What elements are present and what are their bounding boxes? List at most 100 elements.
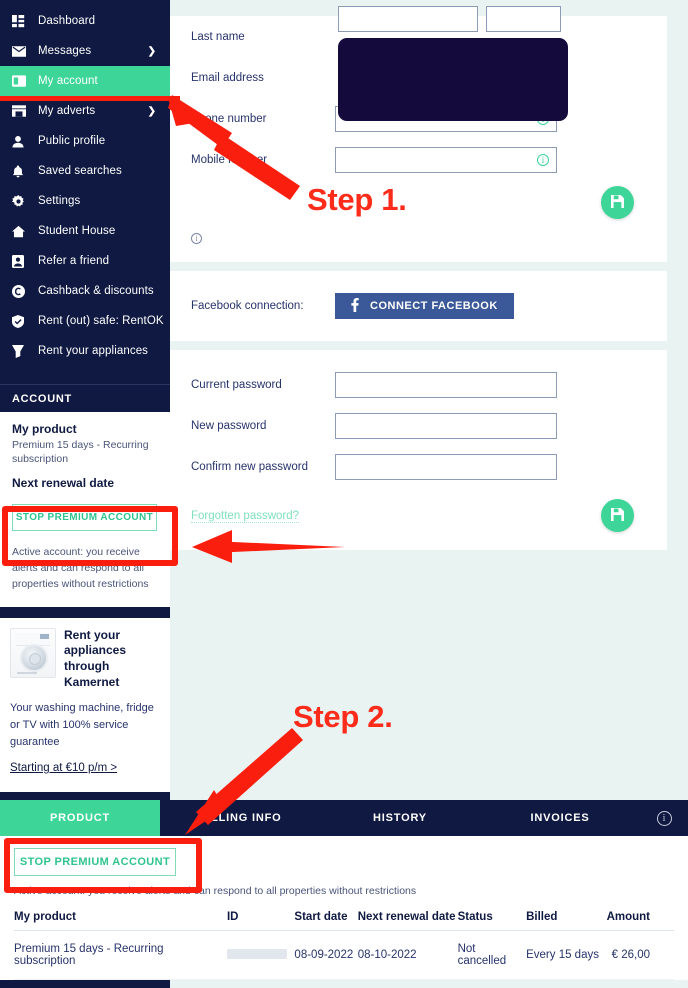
save-personal-details-row	[170, 186, 667, 219]
cart-icon	[12, 344, 28, 358]
mobile-number-input[interactable]: i	[335, 146, 557, 173]
sidebar-item-public-profile[interactable]: Public profile	[0, 126, 170, 156]
confirm-new-password-label: Confirm new password	[191, 460, 308, 473]
chevron-right-icon: ❯	[147, 105, 156, 117]
redacted-personal-info-overlay	[338, 38, 568, 121]
tab-product[interactable]: PRODUCT	[0, 800, 160, 836]
email-address-label: Email address	[191, 71, 264, 84]
info-icon[interactable]: i	[537, 153, 549, 166]
forgotten-password-wrap: Forgotten password?	[170, 509, 601, 523]
sidebar-item-settings[interactable]: Settings	[0, 186, 170, 216]
sidebar-item-messages[interactable]: Messages ❯	[0, 36, 170, 66]
shield-icon	[12, 314, 28, 328]
washing-machine-icon	[10, 627, 56, 678]
sidebar-item-label: Dashboard	[38, 15, 96, 27]
new-password-label: New password	[191, 419, 267, 432]
sidebar-item-label: Student House	[38, 225, 116, 237]
sidebar-item-rent-out-safe-rentok[interactable]: Rent (out) safe: RentOK	[0, 306, 170, 336]
account-card-icon	[12, 74, 28, 88]
current-password-label: Current password	[191, 378, 282, 391]
page-root: Dashboard Messages ❯ My account My adver…	[0, 0, 688, 988]
appliances-promo-card[interactable]: Rent your appliances through Kamernet Yo…	[0, 617, 170, 793]
tab-history[interactable]: HISTORY	[320, 800, 480, 836]
col-id: ID	[226, 911, 295, 931]
bell-icon	[12, 164, 28, 178]
sidebar-item-label: Refer a friend	[38, 255, 110, 267]
sidebar-item-rent-your-appliances[interactable]: Rent your appliances	[0, 336, 170, 366]
promo-body: Your washing machine, fridge or TV with …	[10, 701, 154, 748]
sidebar-item-label: Messages	[38, 45, 92, 57]
cell-start-date: 08-09-2022	[294, 930, 358, 980]
promo-title: Rent your appliances through Kamernet	[64, 627, 127, 690]
cell-billed: Every 15 days	[526, 930, 607, 980]
facebook-connection-label: Facebook connection:	[191, 300, 304, 312]
save-button[interactable]	[601, 186, 634, 219]
sidebar-item-label: Saved searches	[38, 165, 122, 177]
info-icon[interactable]: i	[656, 810, 672, 826]
phone-number-label: Phone number	[191, 112, 267, 125]
coin-icon	[12, 284, 28, 298]
save-floppy-icon	[611, 194, 624, 211]
current-password-input[interactable]	[335, 371, 557, 398]
col-my-product: My product	[14, 911, 227, 931]
forgotten-password-link[interactable]: Forgotten password?	[191, 509, 300, 523]
cell-next-renewal-date: 08-10-2022	[357, 930, 458, 980]
last-name-label: Last name	[191, 30, 245, 43]
personal-details-card: Last name Email address Phone number i M…	[170, 6, 667, 262]
cell-status: Not cancelled	[457, 930, 527, 980]
connect-facebook-button[interactable]: CONNECT FACEBOOK	[335, 293, 514, 319]
name-fields-row	[338, 6, 561, 32]
col-next-renewal-date: Next renewal date	[357, 911, 458, 931]
stop-premium-highlight-panel	[4, 838, 202, 893]
confirm-new-password-input[interactable]	[335, 453, 557, 480]
password-footer-row: Forgotten password?	[170, 499, 667, 532]
promo-header: Rent your appliances through Kamernet	[10, 627, 158, 691]
facebook-connection-card: Facebook connection: CONNECT FACEBOOK	[170, 271, 667, 341]
my-product-value: Premium 15 days - Recurring subscription	[12, 439, 149, 466]
person-icon	[12, 134, 28, 148]
sidebar-item-cashback-discounts[interactable]: Cashback & discounts	[0, 276, 170, 306]
connect-facebook-label: CONNECT FACEBOOK	[370, 300, 498, 312]
sidebar-item-label: Rent (out) safe: RentOK	[38, 315, 164, 327]
table-header-row: My product ID Start date Next renewal da…	[14, 911, 674, 931]
cell-product: Premium 15 days - Recurring subscription	[14, 930, 227, 980]
sidebar-item-label: My adverts	[38, 105, 96, 117]
tabs-info-wrap: i	[640, 800, 688, 836]
sidebar-item-student-house[interactable]: Student House	[0, 216, 170, 246]
new-password-row: New password	[170, 405, 667, 446]
save-password-button[interactable]	[601, 499, 634, 532]
next-renewal-date-label: Next renewal date	[12, 476, 115, 491]
sidebar-item-my-adverts[interactable]: My adverts ❯	[0, 96, 170, 126]
sidebar-item-refer-a-friend[interactable]: Refer a friend	[0, 246, 170, 276]
sidebar-item-saved-searches[interactable]: Saved searches	[0, 156, 170, 186]
facebook-f-icon	[351, 297, 359, 315]
tab-invoices[interactable]: INVOICES	[480, 800, 640, 836]
cell-amount: € 26,00	[606, 930, 674, 980]
tab-billing-info[interactable]: BILLING INFO	[160, 800, 320, 836]
sidebar-nav: Dashboard Messages ❯ My account My adver…	[0, 0, 170, 366]
save-floppy-icon	[611, 507, 624, 524]
promo-link[interactable]: Starting at €10 p/m >	[10, 762, 117, 774]
sidebar-item-my-account[interactable]: My account	[0, 66, 170, 96]
storefront-icon	[12, 104, 28, 118]
confirm-new-password-row: Confirm new password	[170, 446, 667, 487]
home-icon	[12, 224, 28, 238]
mobile-number-label: Mobile number	[191, 153, 268, 166]
account-panel-header: ACCOUNT	[0, 384, 170, 412]
form-info-icon[interactable]: i	[191, 233, 202, 244]
name-suffix-input[interactable]	[486, 6, 561, 32]
first-name-input[interactable]	[338, 6, 478, 32]
stop-premium-highlight-sidebar	[2, 506, 178, 566]
my-product-label: My product	[12, 422, 77, 436]
new-password-input[interactable]	[335, 412, 557, 439]
gear-icon	[12, 194, 28, 208]
current-password-row: Current password	[170, 364, 667, 405]
sidebar-item-dashboard[interactable]: Dashboard	[0, 6, 170, 36]
dashboard-grid-icon	[12, 14, 28, 28]
sidebar-item-label: Rent your appliances	[38, 345, 149, 357]
cell-id	[226, 930, 295, 980]
mobile-number-row: Mobile number i	[170, 139, 667, 180]
product-tabs: PRODUCT BILLING INFO HISTORY INVOICES i	[0, 800, 688, 836]
step1-label: Step 1.	[307, 182, 407, 217]
